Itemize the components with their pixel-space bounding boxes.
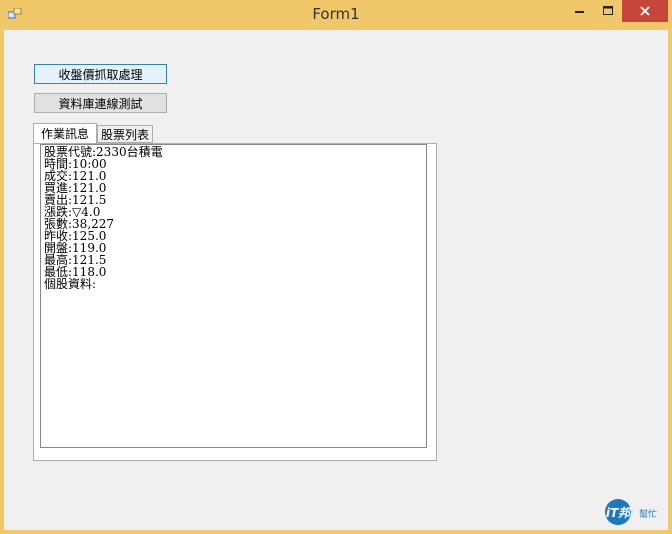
minimize-icon bbox=[575, 11, 584, 13]
message-lines: 股票代號:2330台積電 時間:10:00 成交:121.0 買進:121.0 … bbox=[44, 146, 163, 290]
title-bar[interactable]: Form1 bbox=[0, 0, 672, 30]
message-textbox[interactable]: 股票代號:2330台積電 時間:10:00 成交:121.0 買進:121.0 … bbox=[40, 144, 427, 448]
tab-stock-list[interactable]: 股票列表 bbox=[97, 125, 153, 143]
close-icon bbox=[640, 6, 650, 16]
maximize-button[interactable] bbox=[594, 0, 622, 22]
app-window: Form1 收盤價抓取處理 資料庫連線測試 作業訊息 股票列表 股票代號:233… bbox=[0, 0, 672, 534]
ithome-logo: iT邦 幫忙 bbox=[605, 499, 657, 525]
maximize-icon bbox=[603, 6, 613, 15]
logo-text: iT邦 bbox=[606, 506, 633, 520]
fetch-closing-price-button[interactable]: 收盤價抓取處理 bbox=[34, 64, 167, 84]
form-client-area: 收盤價抓取處理 資料庫連線測試 作業訊息 股票列表 股票代號:2330台積電 時… bbox=[4, 30, 668, 530]
message-line: 個股資料: bbox=[44, 277, 97, 291]
close-button[interactable] bbox=[622, 0, 668, 22]
tab-panel: 股票代號:2330台積電 時間:10:00 成交:121.0 買進:121.0 … bbox=[33, 143, 437, 461]
minimize-button[interactable] bbox=[566, 0, 594, 22]
db-connection-test-button[interactable]: 資料庫連線測試 bbox=[34, 93, 167, 113]
tab-messages[interactable]: 作業訊息 bbox=[33, 123, 97, 143]
logo-sub: 幫忙 bbox=[639, 508, 657, 520]
